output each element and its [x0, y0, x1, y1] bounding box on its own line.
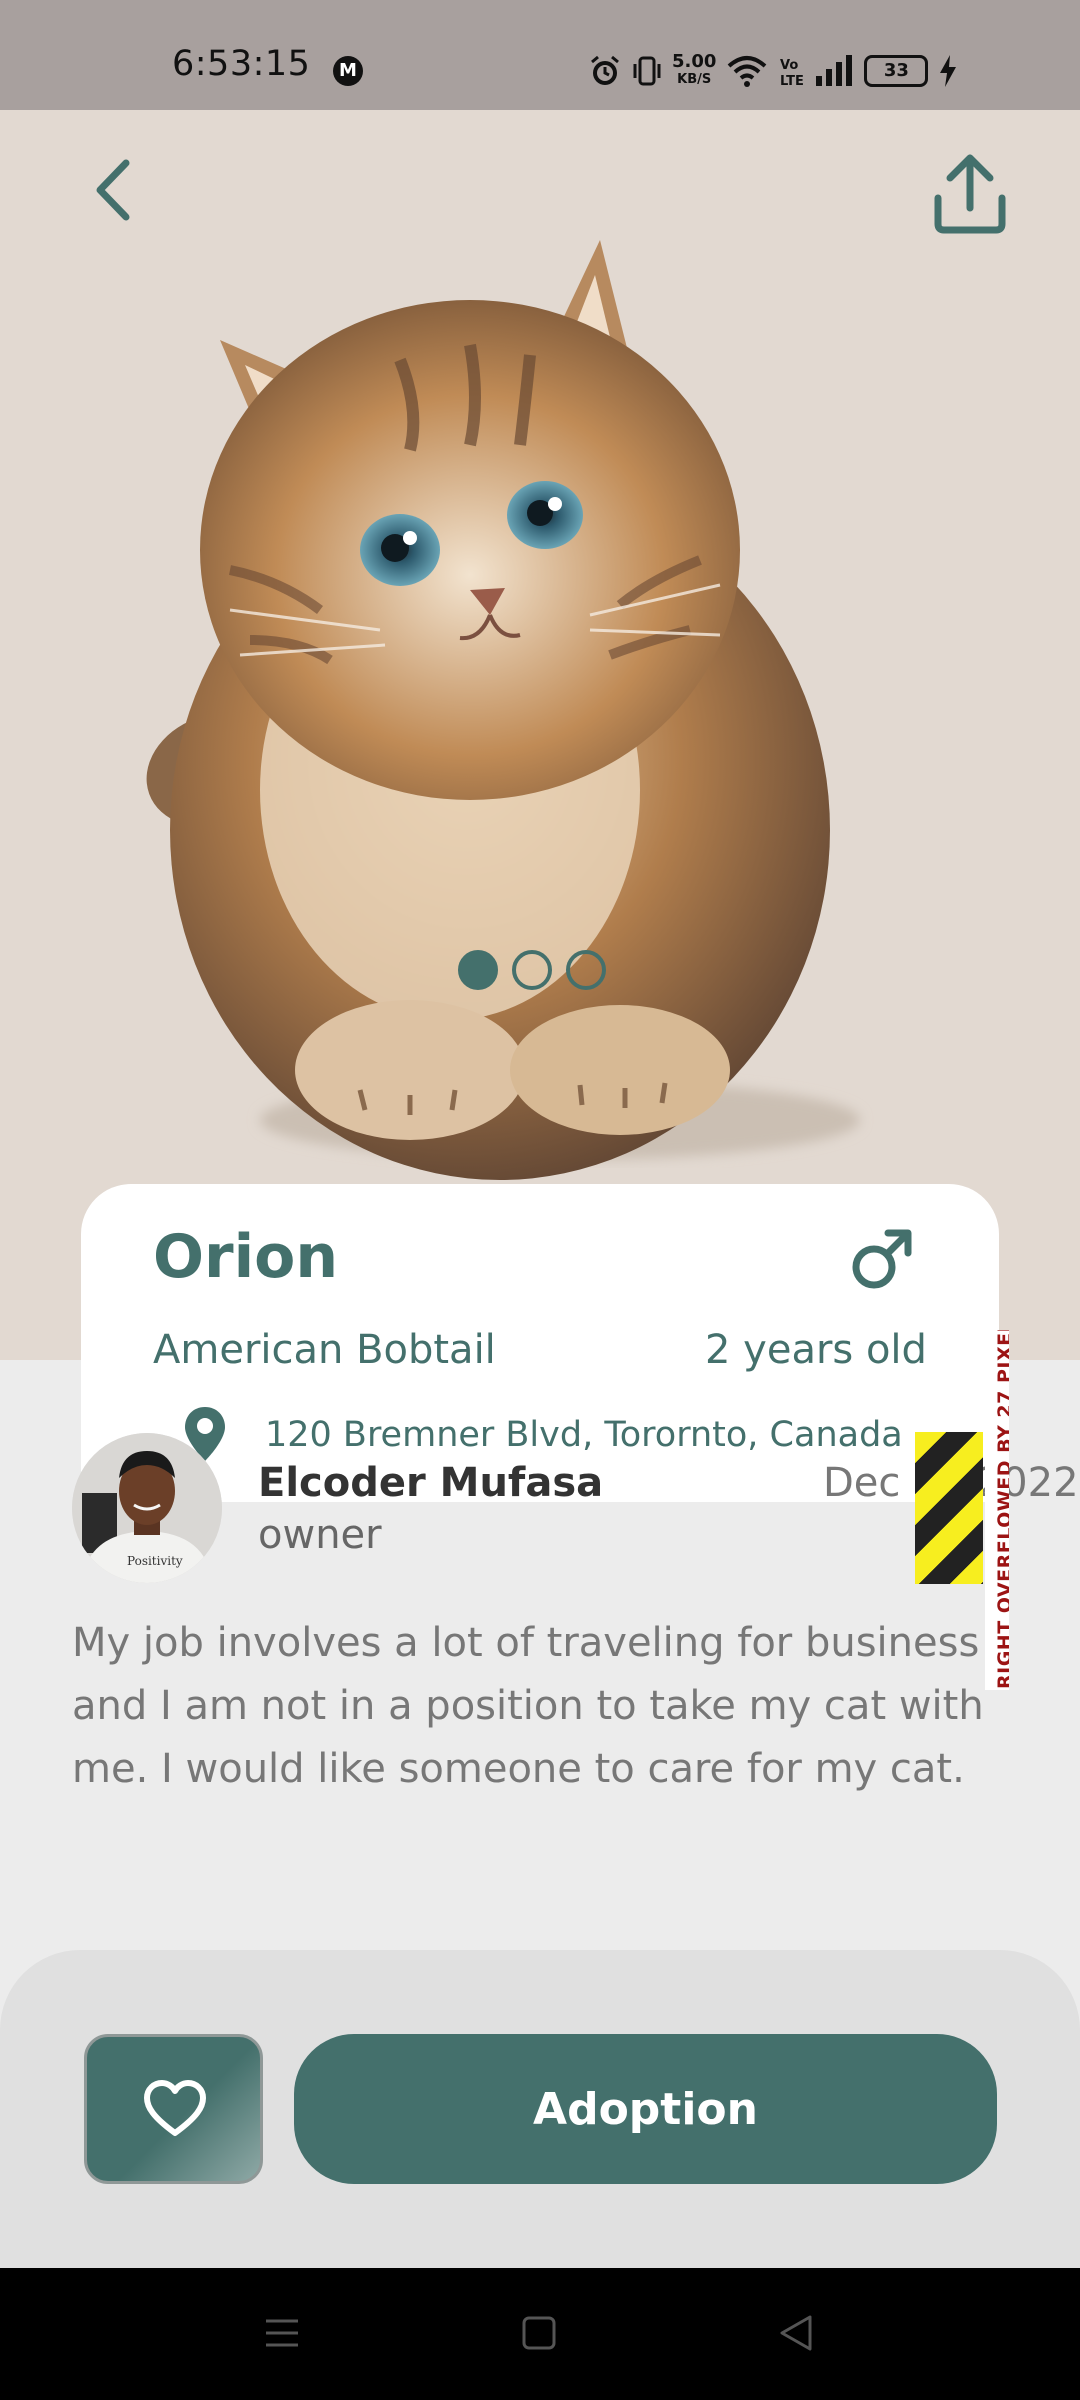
share-upload-icon[interactable]: [930, 150, 1010, 235]
svg-text:Vo: Vo: [780, 58, 798, 73]
status-time: 6:53:15: [172, 44, 311, 84]
vibrate-icon: [633, 56, 661, 86]
overflow-warning-stripes: [915, 1432, 983, 1584]
carousel-dot-active[interactable]: [458, 950, 498, 990]
kitten-photo: [146, 240, 860, 1180]
menu-icon[interactable]: [262, 2313, 302, 2353]
owner-role: owner: [258, 1512, 382, 1558]
status-icons: 5.00 KB/S Vo LTE 33: [588, 50, 958, 92]
adoption-button[interactable]: Adoption: [294, 2034, 997, 2184]
signal-icon: [816, 55, 853, 86]
carousel-dot[interactable]: [512, 950, 552, 990]
pet-photo-carousel[interactable]: [0, 110, 1080, 1360]
male-symbol-icon: [852, 1229, 912, 1289]
avatar-photo: Positivity: [72, 1433, 222, 1583]
pet-address: 120 Bremner Blvd, Torornto, Canada: [265, 1415, 903, 1455]
favorite-button[interactable]: [84, 2034, 263, 2184]
m-badge-icon: M: [333, 56, 363, 86]
pet-description: My job involves a lot of traveling for b…: [72, 1620, 984, 1792]
wifi-icon: [728, 56, 767, 87]
owner-avatar[interactable]: Positivity: [72, 1433, 222, 1583]
back-chevron-icon[interactable]: [84, 155, 144, 225]
heart-outline-icon: [144, 2080, 206, 2136]
volte-icon: VoLTE: [780, 58, 804, 88]
pet-age: 2 years old: [705, 1327, 927, 1373]
owner-name: Elcoder Mufasa: [258, 1460, 604, 1506]
alarm-icon: [591, 55, 619, 85]
back-triangle-icon[interactable]: [776, 2313, 816, 2353]
carousel-indicator: [458, 950, 606, 990]
pet-breed: American Bobtail: [153, 1327, 496, 1373]
pet-name: Orion: [153, 1222, 339, 1292]
status-bar: 6:53:15 M 5.00 KB/S Vo LTE 33: [0, 0, 1080, 110]
battery-icon: 33: [864, 55, 929, 87]
charging-icon: [940, 55, 957, 87]
svg-text:LTE: LTE: [780, 74, 804, 88]
home-square-icon[interactable]: [519, 2313, 559, 2353]
avatar-shirt-text: Positivity: [127, 1554, 183, 1568]
net-speed: 5.00 KB/S: [672, 51, 717, 88]
carousel-dot[interactable]: [566, 950, 606, 990]
